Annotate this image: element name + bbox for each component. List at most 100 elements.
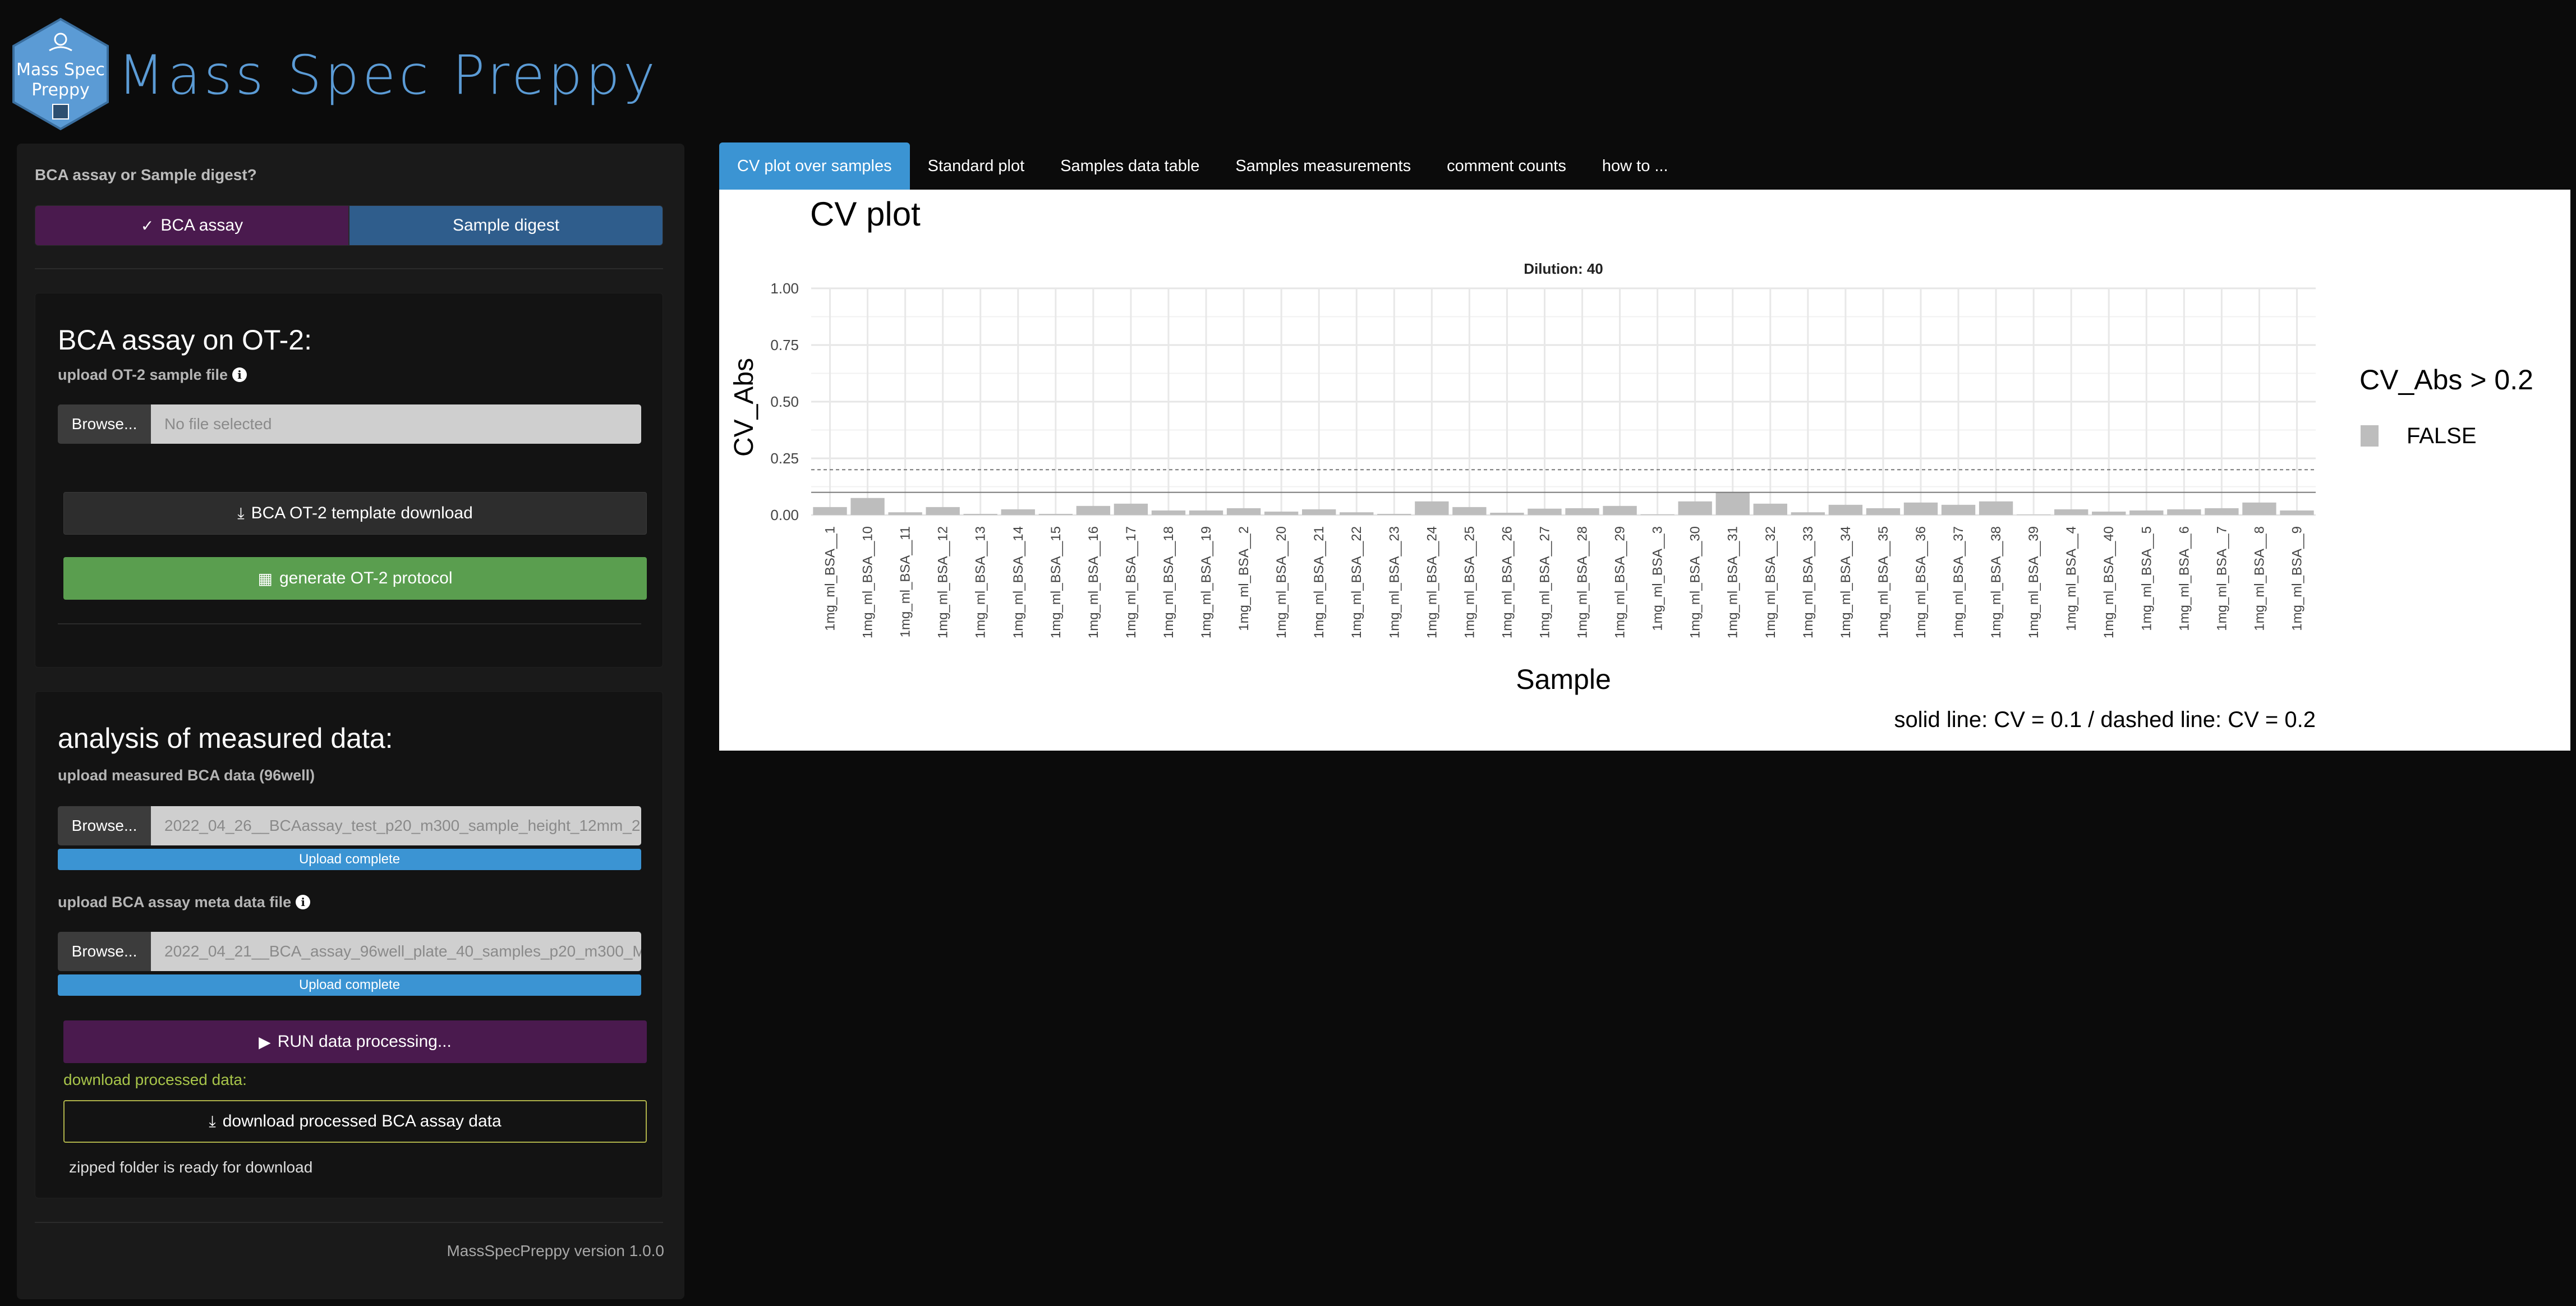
bar — [1264, 511, 1299, 515]
x-tick-label: 1mg_ml_BSA__6 — [2177, 526, 2192, 631]
bar — [1452, 507, 1487, 515]
x-tick-label: 1mg_ml_BSA__39 — [2026, 526, 2041, 638]
tab-samples-measurements[interactable]: Samples measurements — [1217, 142, 1429, 190]
x-tick-label: 1mg_ml_BSA__14 — [1011, 526, 1026, 638]
sample-digest-option[interactable]: Sample digest — [349, 205, 663, 246]
tab-comment-counts[interactable]: comment counts — [1429, 142, 1584, 190]
ot2-upload-label: upload OT-2 sample file i — [58, 366, 247, 384]
bar — [850, 498, 885, 515]
x-tick-label: 1mg_ml_BSA__31 — [1726, 526, 1741, 638]
bar — [1076, 505, 1111, 515]
bar — [1001, 509, 1035, 515]
run-data-processing-label: RUN data processing... — [277, 1032, 452, 1051]
bar — [1302, 509, 1336, 515]
bar — [2280, 510, 2314, 515]
bar — [2054, 509, 2089, 515]
ot2-file-name: No file selected — [151, 404, 641, 444]
measured-file-name: 2022_04_26__BCAassay_test_p20_m300_sampl… — [151, 806, 641, 845]
cv-plot-panel: CV plot Dilution: 40 CV_Abs Sample solid… — [719, 190, 2570, 751]
tab-samples-data-table[interactable]: Samples data table — [1042, 142, 1217, 190]
x-tick-label: 1mg_ml_BSA__35 — [1876, 526, 1891, 638]
meta-file-input[interactable]: Browse... 2022_04_21__BCA_assay_96well_p… — [58, 932, 641, 971]
bar — [1678, 501, 1712, 515]
main-tabs: CV plot over samples Standard plot Sampl… — [719, 142, 1686, 190]
generate-ot2-protocol-button[interactable]: ▦ generate OT-2 protocol — [63, 557, 647, 600]
bca-assay-option[interactable]: ✓ BCA assay — [35, 205, 349, 246]
x-tick-label: 1mg_ml_BSA__1 — [823, 526, 838, 631]
logo-text-line1: Mass Spec — [16, 60, 105, 80]
zip-ready-note: zipped folder is ready for download — [69, 1158, 313, 1176]
x-tick-label: 1mg_ml_BSA__5 — [2139, 526, 2154, 631]
chart-title: CV plot — [810, 195, 921, 233]
x-tick-label: 1mg_ml_BSA__4 — [2064, 526, 2079, 631]
bar — [1828, 504, 1863, 515]
play-icon: ▶ — [259, 1033, 271, 1051]
info-icon[interactable]: i — [296, 895, 311, 909]
tab-how-to[interactable]: how to ... — [1584, 142, 1686, 190]
app-title: Mass Spec Preppy — [118, 44, 659, 107]
x-tick-label: 1mg_ml_BSA__24 — [1424, 526, 1439, 638]
x-tick-label: 1mg_ml_BSA__9 — [2289, 526, 2304, 631]
ot2-section: BCA assay on OT-2: upload OT-2 sample fi… — [35, 293, 663, 668]
x-tick-label: 1mg_ml_BSA__23 — [1387, 526, 1402, 638]
download-icon: ⤓ — [237, 504, 245, 522]
y-tick-label: 0.00 — [770, 507, 799, 523]
measured-upload-progress: Upload complete — [58, 849, 641, 870]
x-tick-label: 1mg_ml_BSA__21 — [1312, 526, 1327, 638]
download-icon: ⤓ — [209, 1112, 216, 1130]
x-tick-label: 1mg_ml_BSA__13 — [973, 526, 988, 638]
x-tick-label: 1mg_ml_BSA__8 — [2252, 526, 2267, 631]
x-tick-label: 1mg_ml_BSA__10 — [861, 526, 876, 638]
y-tick-label: 1.00 — [770, 280, 799, 297]
download-processed-button[interactable]: ⤓ download processed BCA assay data — [63, 1100, 647, 1143]
bar — [2205, 508, 2239, 515]
x-tick-label: 1mg_ml_BSA__18 — [1161, 526, 1176, 638]
bar — [2016, 514, 2051, 515]
ot2-file-input[interactable]: Browse... No file selected — [58, 404, 641, 444]
bar — [2242, 502, 2276, 515]
bar — [1340, 512, 1374, 515]
info-icon[interactable]: i — [232, 367, 247, 382]
bar — [1715, 492, 1750, 515]
facet-label: Dilution: 40 — [1524, 260, 1603, 277]
tab-standard-plot[interactable]: Standard plot — [910, 142, 1043, 190]
analysis-section: analysis of measured data: upload measur… — [35, 691, 663, 1198]
meta-browse-button[interactable]: Browse... — [58, 932, 151, 971]
bar — [888, 512, 922, 515]
bar — [2167, 509, 2201, 515]
mode-selector: ✓ BCA assay Sample digest — [35, 205, 663, 246]
bar — [1415, 501, 1449, 515]
legend-swatch — [2361, 425, 2379, 447]
bar — [2092, 511, 2126, 515]
tab-cv-plot[interactable]: CV plot over samples — [719, 142, 910, 190]
x-tick-label: 1mg_ml_BSA__27 — [1537, 526, 1552, 638]
measured-browse-button[interactable]: Browse... — [58, 806, 151, 845]
x-tick-label: 1mg_ml_BSA__40 — [2101, 526, 2117, 638]
bar — [1189, 510, 1223, 515]
measured-file-input[interactable]: Browse... 2022_04_26__BCAassay_test_p20_… — [58, 806, 641, 845]
x-tick-label: 1mg_ml_BSA__11 — [898, 526, 913, 637]
y-axis-label: CV_Abs — [729, 358, 759, 457]
bar — [1151, 510, 1186, 515]
x-tick-label: 1mg_ml_BSA__22 — [1349, 526, 1364, 638]
x-tick-label: 1mg_ml_BSA__20 — [1274, 526, 1289, 638]
analysis-title: analysis of measured data: — [58, 723, 393, 754]
bar — [1528, 508, 1562, 515]
bar — [1565, 508, 1599, 515]
version-label: MassSpecPreppy version 1.0.0 — [447, 1242, 664, 1259]
x-tick-label: 1mg_ml_BSA__16 — [1086, 526, 1101, 638]
run-data-processing-button[interactable]: ▶ RUN data processing... — [63, 1020, 647, 1063]
ot2-template-download-button[interactable]: ⤓ BCA OT-2 template download — [63, 492, 647, 535]
x-tick-label: 1mg_ml_BSA__34 — [1838, 526, 1853, 638]
ot2-browse-button[interactable]: Browse... — [58, 404, 151, 444]
chart-caption: solid line: CV = 0.1 / dashed line: CV =… — [1894, 707, 2316, 732]
x-tick-label: 1mg_ml_BSA__2 — [1236, 526, 1252, 631]
x-tick-label: 1mg_ml_BSA__12 — [936, 526, 951, 638]
table-icon: ▦ — [257, 569, 273, 587]
y-tick-label: 0.50 — [770, 393, 799, 410]
bar — [1640, 514, 1675, 515]
meta-file-name: 2022_04_21__BCA_assay_96well_plate_40_sa… — [151, 932, 641, 971]
logo-text-line2: Preppy — [31, 80, 90, 100]
x-tick-label: 1mg_ml_BSA__29 — [1613, 526, 1628, 638]
bca-assay-option-label: BCA assay — [160, 216, 243, 234]
